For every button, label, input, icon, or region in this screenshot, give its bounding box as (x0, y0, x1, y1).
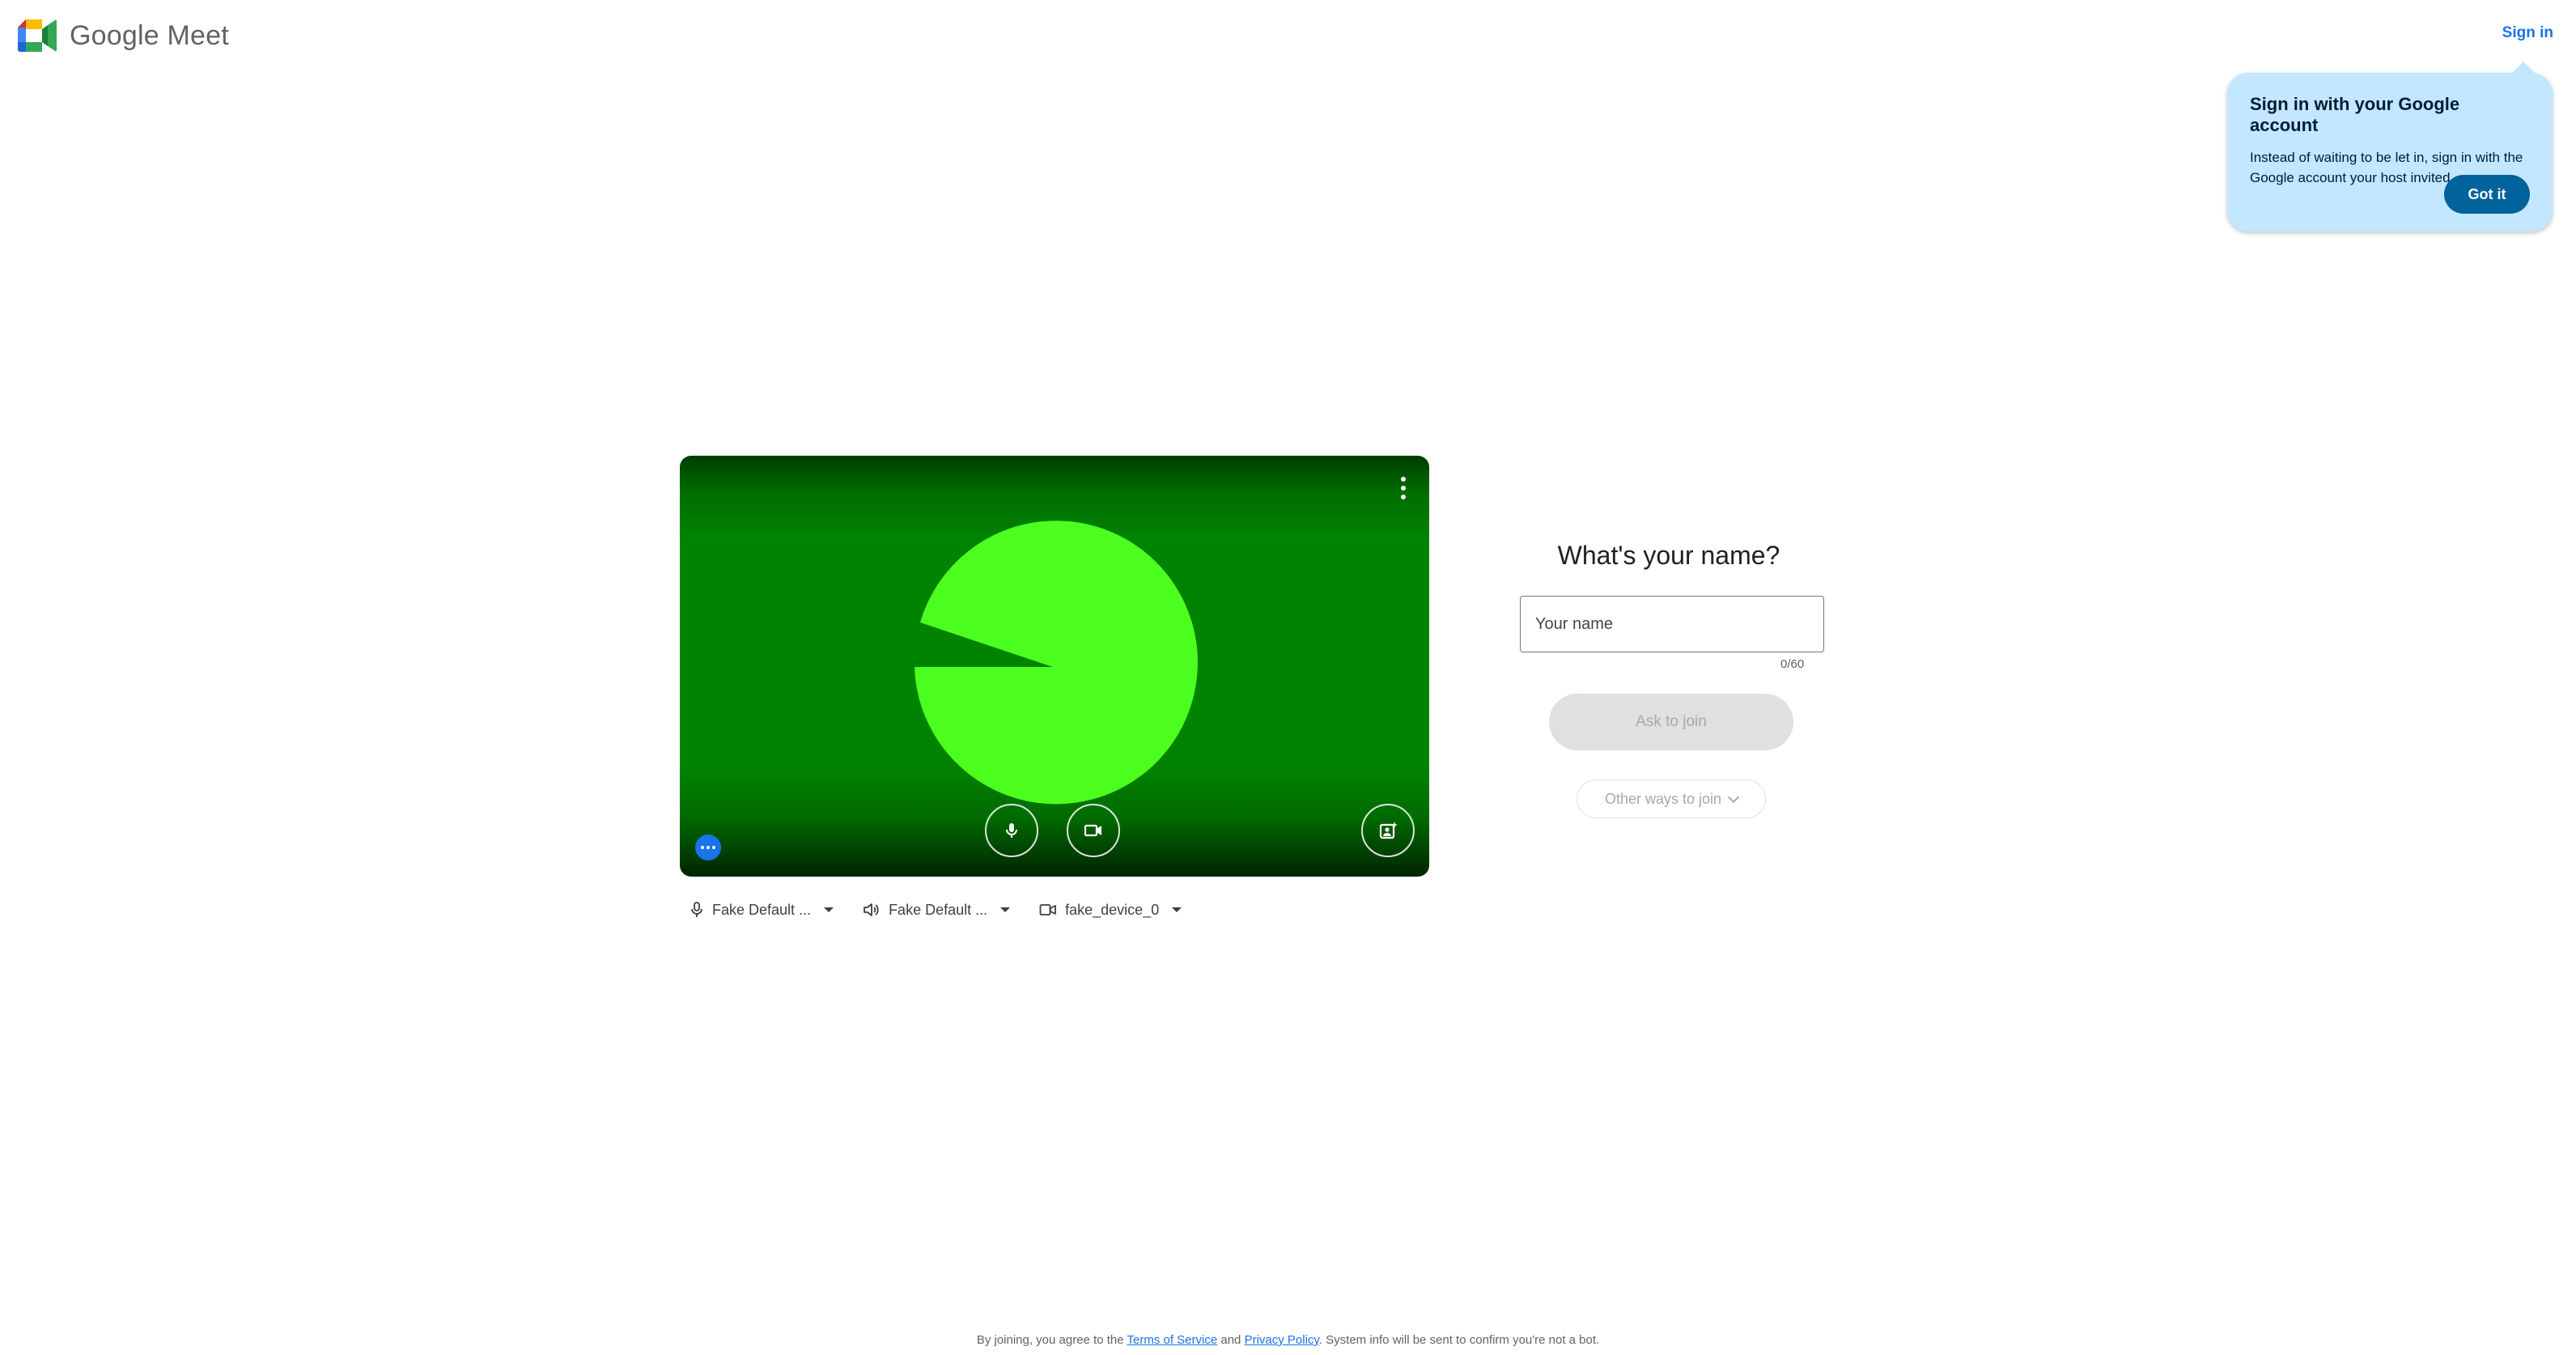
visual-effects-button[interactable] (1361, 804, 1415, 857)
microphone-icon (1006, 823, 1017, 838)
microphone-select[interactable]: Fake Default ... (690, 897, 834, 923)
name-char-count: 0/60 (1780, 657, 1805, 671)
footer-prefix: By joining, you agree to the (976, 1333, 1127, 1347)
footer-suffix: . System info will be sent to confirm yo… (1318, 1333, 1600, 1347)
visual-effects-icon (1379, 822, 1398, 839)
camera-icon (1039, 904, 1057, 915)
other-ways-label: Other ways to join (1604, 790, 1722, 807)
pacman-shape (915, 520, 1198, 805)
speaker-select-value: Fake Default ... (889, 901, 988, 918)
ask-to-join-button[interactable]: Ask to join (1549, 694, 1793, 750)
terms-of-service-link[interactable]: Terms of Service (1127, 1333, 1218, 1347)
more-horiz-icon[interactable] (695, 835, 721, 860)
microphone-select-value: Fake Default ... (712, 901, 812, 918)
chevron-down-icon (1172, 907, 1182, 912)
brand-google: Google (70, 19, 159, 51)
microphone-toggle-button[interactable] (985, 804, 1038, 857)
fake-camera-feed (915, 520, 1198, 805)
camera-select-value: fake_device_0 (1065, 901, 1160, 918)
got-it-button[interactable]: Got it (2444, 175, 2530, 214)
app-title: Google Meet (70, 20, 229, 52)
join-title: What's your name? (1557, 541, 1780, 570)
sign-in-link[interactable]: Sign in (2502, 24, 2553, 42)
google-meet-logo[interactable]: Google Meet (18, 19, 229, 52)
camera-icon (1084, 824, 1101, 837)
camera-select[interactable]: fake_device_0 (1039, 897, 1182, 923)
name-input[interactable] (1520, 596, 1824, 652)
device-selectors: Fake Default ... Fake Default ... fake_d… (690, 897, 1182, 923)
video-preview (680, 456, 1429, 877)
camera-toggle-button[interactable] (1067, 804, 1120, 857)
google-meet-logo-icon (18, 19, 57, 52)
chevron-down-icon (1727, 791, 1740, 803)
chevron-down-icon (1000, 907, 1011, 912)
brand-meet: Meet (167, 19, 229, 51)
other-ways-to-join-button[interactable]: Other ways to join (1577, 779, 1766, 818)
meet-prejoin-page: Google Meet Sign in Sign in with your Go… (0, 0, 2576, 1355)
microphone-icon (691, 902, 702, 917)
footer-and: and (1217, 1333, 1245, 1347)
footer-disclaimer: By joining, you agree to the Terms of Se… (0, 1333, 2576, 1347)
sign-in-callout: Sign in with your Google account Instead… (2227, 62, 2553, 231)
privacy-policy-link[interactable]: Privacy Policy (1245, 1333, 1319, 1347)
speaker-select[interactable]: Fake Default ... (863, 897, 1011, 923)
callout-title: Sign in with your Google account (2250, 94, 2460, 135)
chevron-down-icon (824, 907, 834, 912)
more-vert-icon[interactable] (1395, 474, 1411, 503)
speaker-icon (864, 903, 879, 916)
